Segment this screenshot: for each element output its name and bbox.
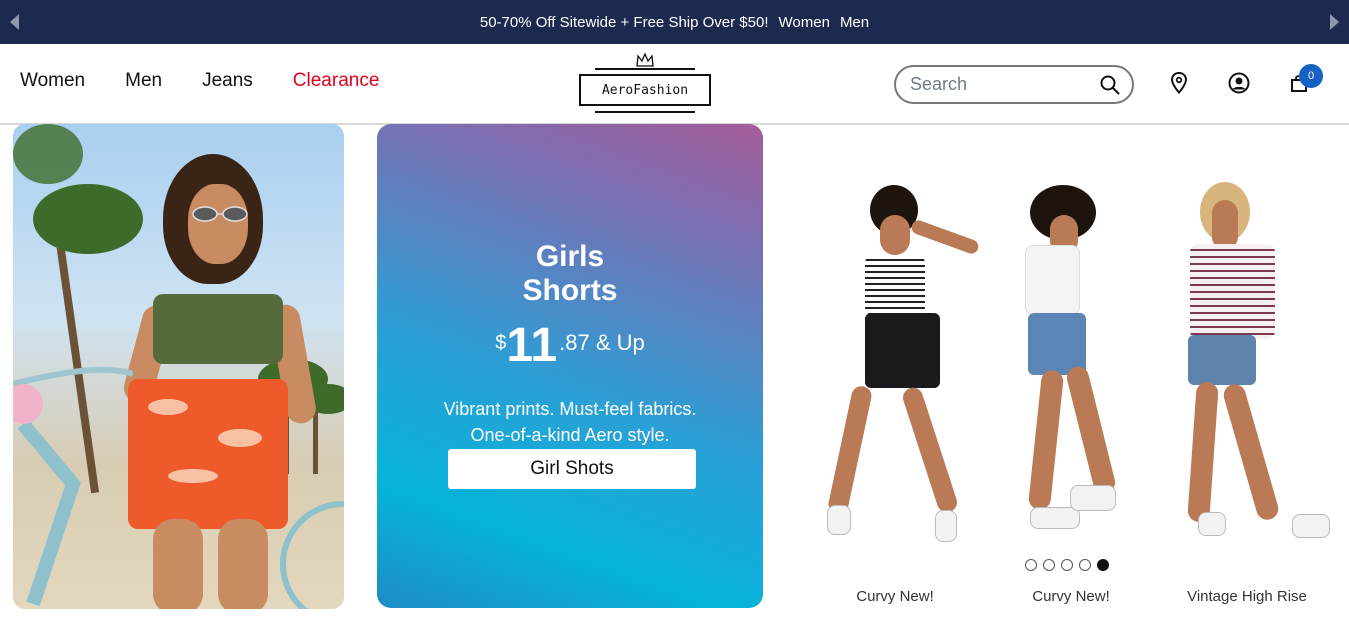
site-logo[interactable]: AeroFashion [579, 52, 711, 114]
promo-bar: 50-70% Off Sitewide + Free Ship Over $50… [0, 0, 1349, 44]
nav-clearance[interactable]: Clearance [293, 70, 380, 92]
girl-shorts-cta-button[interactable]: Girl Shots [448, 449, 696, 489]
bicycle-graphic [13, 366, 133, 607]
hero-photo-beach[interactable] [13, 124, 344, 609]
chevron-left-icon[interactable] [10, 14, 19, 30]
carousel-product-3[interactable] [1180, 182, 1335, 544]
carousel-product-2[interactable] [1020, 185, 1140, 545]
nav-jeans[interactable]: Jeans [202, 70, 253, 92]
price-dollars: 11 [506, 319, 558, 372]
product-caption-1[interactable]: Curvy New! [820, 588, 970, 605]
promo-card-desc-line2: One-of-a-kind Aero style. [470, 425, 670, 445]
logo-rule-top [595, 68, 695, 70]
chevron-right-icon[interactable] [1330, 14, 1339, 30]
promo-card-desc-line1: Vibrant prints. Must-feel fabrics. [443, 399, 697, 419]
promo-text[interactable]: 50-70% Off Sitewide + Free Ship Over $50… [480, 14, 769, 31]
promo-link-women[interactable]: Women [779, 14, 830, 31]
location-pin-icon[interactable] [1170, 72, 1188, 94]
search-input[interactable] [910, 74, 1090, 95]
site-header: Women Men Jeans Clearance AeroFashion 0 [0, 44, 1349, 125]
carousel-dot-2[interactable] [1043, 559, 1055, 571]
promo-card-title: Girls Shorts [377, 240, 763, 308]
product-caption-3[interactable]: Vintage High Rise [1172, 588, 1322, 605]
promo-card-description: Vibrant prints. Must-feel fabrics. One-o… [377, 396, 763, 448]
nav-women[interactable]: Women [20, 70, 85, 92]
nav-men[interactable]: Men [125, 70, 162, 92]
search-box [894, 65, 1134, 104]
carousel-product-1[interactable] [825, 185, 985, 545]
carousel-dots [1025, 559, 1109, 571]
promo-card-price: $ 11 .87 & Up [377, 320, 763, 372]
crown-icon [636, 52, 654, 67]
girls-shorts-promo-card[interactable]: Girls Shorts $ 11 .87 & Up Vibrant print… [377, 124, 763, 608]
carousel-dot-3[interactable] [1061, 559, 1073, 571]
price-rest: .87 & Up [559, 330, 645, 355]
cart-count-badge[interactable]: 0 [1299, 64, 1323, 88]
model-face [188, 184, 248, 264]
promo-card-title-line2: Shorts [522, 274, 618, 307]
user-icon[interactable] [1228, 72, 1250, 94]
carousel-dot-1[interactable] [1025, 559, 1037, 571]
carousel-dot-4[interactable] [1079, 559, 1091, 571]
carousel-dot-5[interactable] [1097, 559, 1109, 571]
main-nav: Women Men Jeans Clearance [20, 70, 379, 92]
sunglasses-graphic [192, 206, 248, 222]
promo-card-title-line1: Girls [535, 240, 605, 273]
model-top [153, 294, 283, 364]
logo-rule-bottom [595, 111, 695, 113]
product-caption-2[interactable]: Curvy New! [996, 588, 1146, 605]
logo-text: AeroFashion [579, 74, 711, 106]
price-currency: $ [495, 332, 507, 354]
promo-link-men[interactable]: Men [840, 14, 869, 31]
search-icon[interactable] [1100, 75, 1120, 95]
